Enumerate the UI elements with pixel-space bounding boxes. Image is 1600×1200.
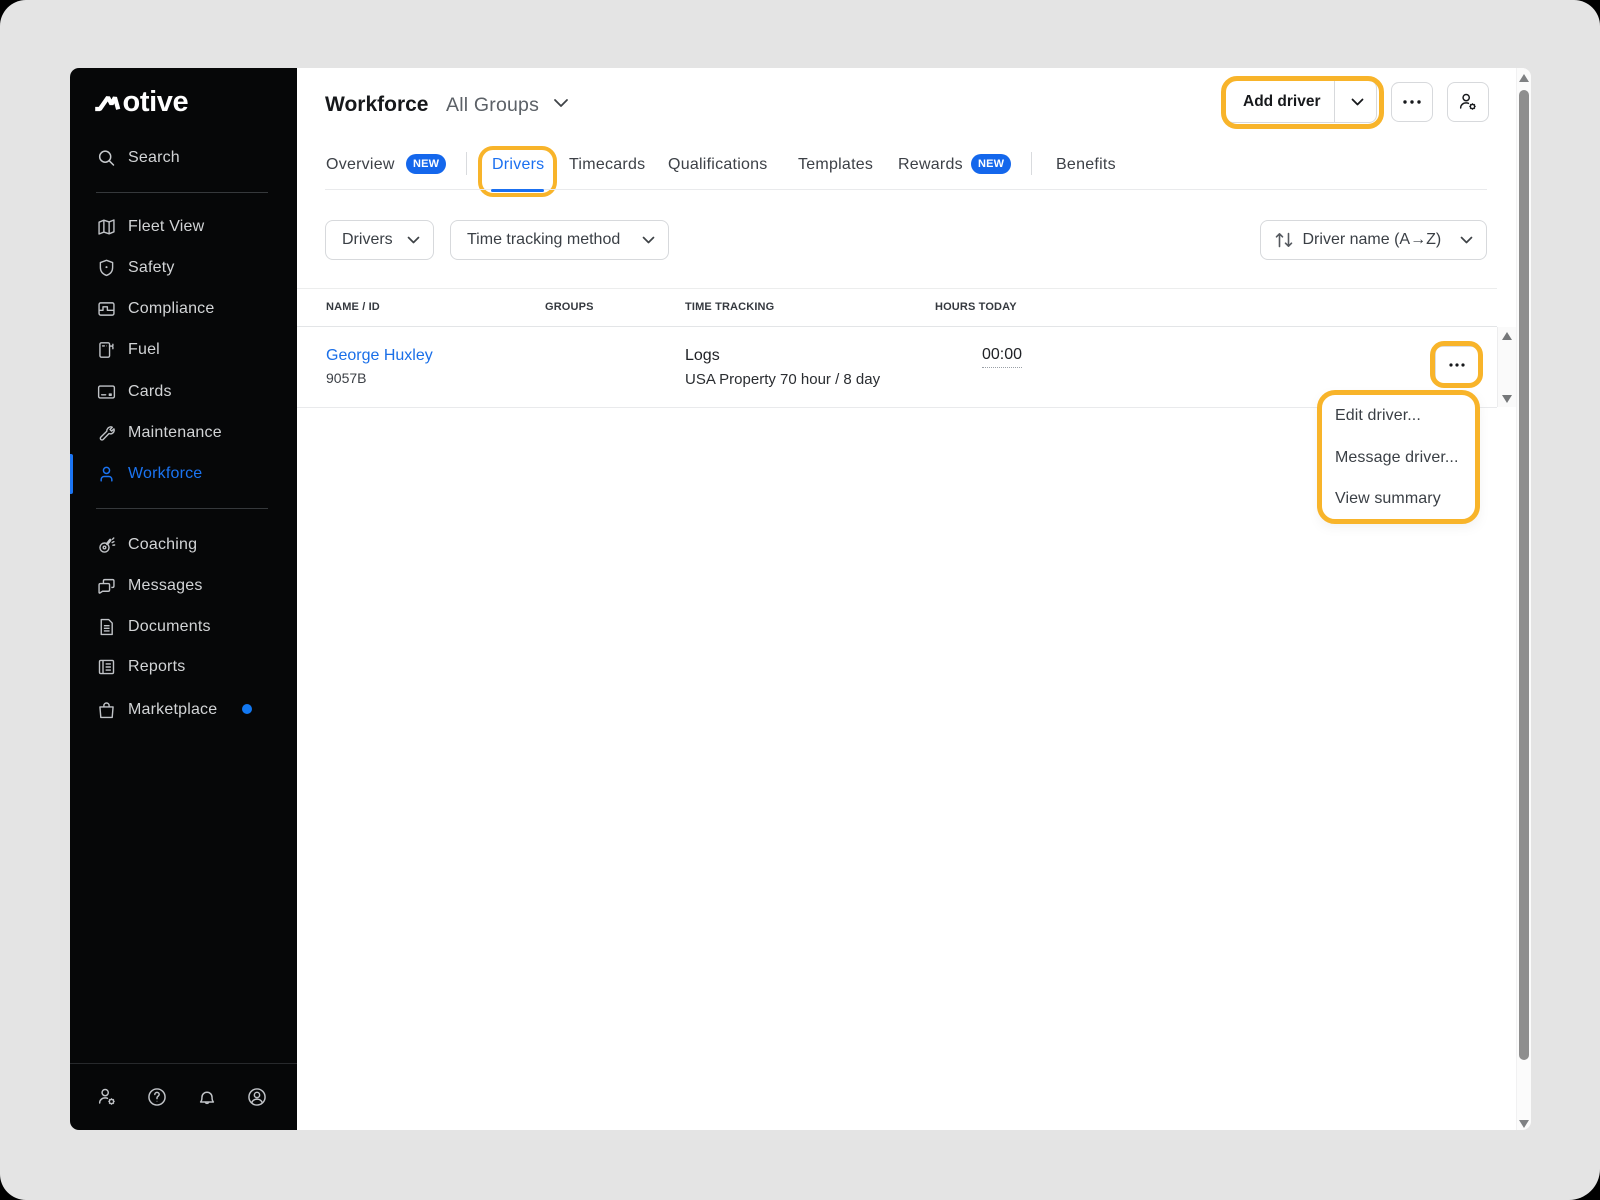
svg-text:otive: otive xyxy=(123,89,189,113)
